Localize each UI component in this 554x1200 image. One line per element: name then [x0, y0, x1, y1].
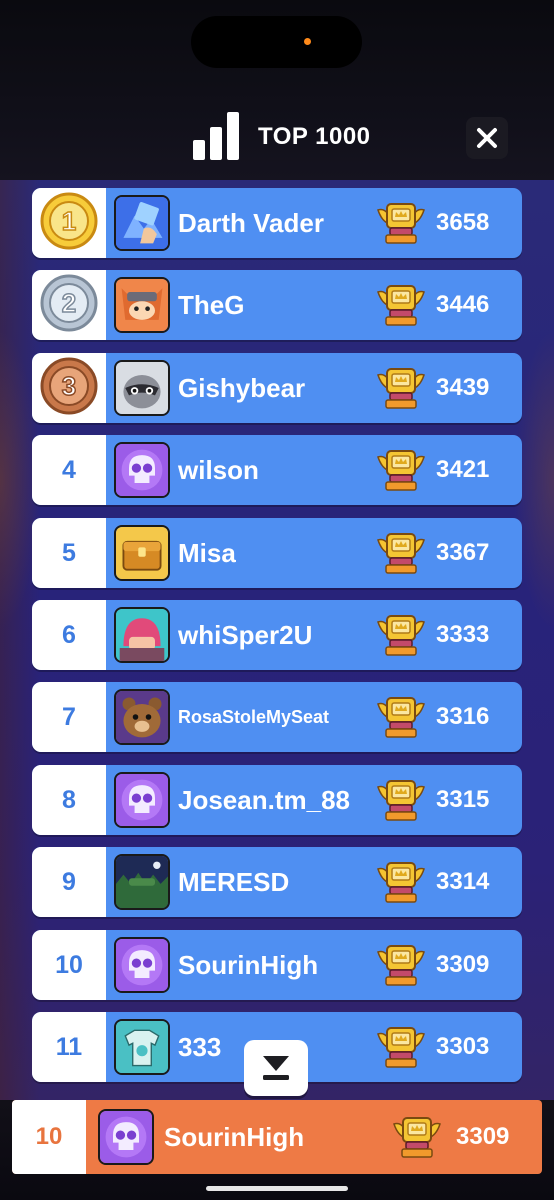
leaderboard-row[interactable]: 1 Darth Vader 3658 [32, 188, 522, 258]
chest-avatar [114, 525, 170, 581]
skull-avatar [114, 442, 170, 498]
player-score: 3446 [436, 291, 490, 318]
player-name: wilson [178, 454, 259, 485]
player-score: 3303 [436, 1033, 490, 1060]
rank-cell: 4 [32, 435, 106, 505]
trophy-icon [376, 777, 426, 823]
trophy-icon [376, 859, 426, 905]
skull-avatar [98, 1109, 154, 1165]
trophy-icon [376, 1024, 426, 1070]
player-score: 3333 [436, 621, 490, 648]
player-score: 3315 [436, 786, 490, 813]
svg-text:3: 3 [62, 371, 76, 401]
rank-number: 5 [62, 538, 76, 567]
rank-cell: 1 [32, 188, 106, 258]
raccoon-avatar [114, 360, 170, 416]
rank-number: 11 [55, 1032, 83, 1061]
trophy-icon [376, 365, 426, 411]
silver-medal-icon: 2 [40, 274, 98, 337]
trophy-icon [376, 447, 426, 493]
dynamic-island [191, 16, 362, 68]
player-name: Darth Vader [178, 207, 324, 238]
forest-avatar [114, 854, 170, 910]
leaderboard-row[interactable]: 10 SourinHigh 3309 [32, 930, 522, 1000]
rank-cell: 6 [32, 600, 106, 670]
leaderboard-row[interactable]: 8 Josean.tm_88 3315 [32, 765, 522, 835]
svg-text:1: 1 [62, 206, 76, 236]
leaderboard-row[interactable]: 6 whiSper2U 3333 [32, 600, 522, 670]
bronze-medal-icon: 3 [40, 357, 98, 420]
player-score: 3439 [436, 374, 490, 401]
page-title: TOP 1000 [258, 123, 371, 150]
player-name: Josean.tm_88 [178, 784, 350, 815]
rank-number: 10 [55, 950, 83, 979]
player-score: 3309 [436, 951, 490, 978]
leaderboard-row[interactable]: 4 wilson 3421 [32, 435, 522, 505]
leaderboard-row[interactable]: 3 Gishybear 3439 [32, 353, 522, 423]
pink-hair-avatar [114, 607, 170, 663]
trophy-icon [376, 612, 426, 658]
scroll-to-me-button[interactable] [244, 1040, 308, 1096]
close-button[interactable] [466, 117, 508, 159]
rank-number: 7 [62, 702, 76, 731]
current-player-score: 3309 [456, 1123, 510, 1150]
current-player-row[interactable]: 10 SourinHigh 3309 [12, 1100, 542, 1174]
privacy-indicator-dot [304, 38, 311, 45]
player-score: 3421 [436, 456, 490, 483]
leaderboard-row[interactable]: 9 MERESD 3314 [32, 847, 522, 917]
skull-avatar [114, 937, 170, 993]
rank-cell: 11 [32, 1012, 106, 1082]
leaderboard-bars-icon [193, 112, 239, 160]
trophy-icon [376, 694, 426, 740]
trophy-icon [376, 282, 426, 328]
trophy-icon [392, 1114, 442, 1160]
player-name: MERESD [178, 866, 290, 897]
leaderboard-header: TOP 1000 [0, 108, 554, 164]
player-score: 3316 [436, 703, 490, 730]
rank-cell: 5 [32, 518, 106, 588]
bear-avatar [114, 689, 170, 745]
rank-cell: 10 [32, 930, 106, 1000]
current-player-name: SourinHigh [164, 1121, 305, 1152]
current-player-rank: 10 [12, 1100, 86, 1174]
trophy-icon [376, 942, 426, 988]
player-name: Misa [178, 537, 236, 568]
rank-cell: 8 [32, 765, 106, 835]
rank-number: 4 [62, 455, 76, 484]
trophy-icon [376, 530, 426, 576]
player-name: TheG [178, 289, 245, 320]
player-name: RosaStoleMySeat [178, 706, 330, 727]
rank-cell: 9 [32, 847, 106, 917]
rank-cell: 7 [32, 682, 106, 752]
leaderboard-row[interactable]: 2 TheG 3446 [32, 270, 522, 340]
player-name: 333 [178, 1031, 222, 1062]
rank-number: 9 [62, 867, 76, 896]
player-name: whiSper2U [178, 619, 313, 650]
rank-cell: 3 [32, 353, 106, 423]
gallery-icon [114, 195, 170, 251]
scroll-down-icon [263, 1056, 289, 1080]
current-player-rank-text: 10 [35, 1123, 63, 1150]
player-name: Gishybear [178, 372, 306, 403]
leaderboard-screen: TOP 1000 1 Darth Vader 3658 2 TheG 3446 3 Gishy… [0, 0, 554, 1200]
rank-number: 6 [62, 620, 76, 649]
rank-cell: 2 [32, 270, 106, 340]
fox-avatar [114, 277, 170, 333]
leaderboard-row[interactable]: 7 RosaStoleMySeat 3316 [32, 682, 522, 752]
close-icon [477, 128, 497, 148]
trophy-icon [376, 200, 426, 246]
home-indicator [206, 1186, 348, 1191]
skull-avatar [114, 772, 170, 828]
rank-number: 8 [62, 785, 76, 814]
gold-medal-icon: 1 [40, 192, 98, 255]
svg-text:2: 2 [62, 288, 76, 318]
player-score: 3658 [436, 209, 490, 236]
shirt-avatar [114, 1019, 170, 1075]
player-score: 3314 [436, 868, 490, 895]
leaderboard-row[interactable]: 5 Misa 3367 [32, 518, 522, 588]
player-name: SourinHigh [178, 949, 319, 980]
player-score: 3367 [436, 539, 490, 566]
